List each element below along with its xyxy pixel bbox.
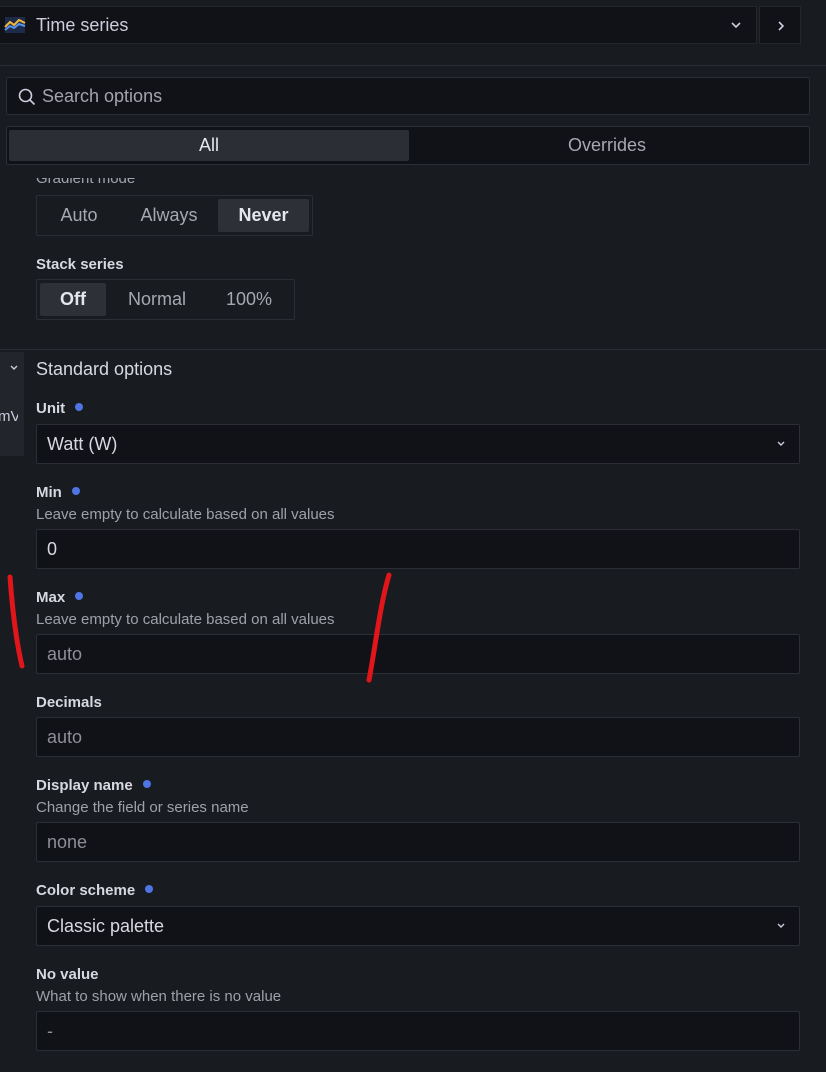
display-name-field[interactable] <box>36 822 800 862</box>
color-scheme-select[interactable]: Classic palette <box>36 906 800 946</box>
tab-overrides[interactable]: Overrides <box>407 130 807 161</box>
visualization-title: Time series <box>36 15 129 35</box>
min-field[interactable] <box>36 529 800 569</box>
radio-auto[interactable]: Auto <box>40 199 118 232</box>
radio-always[interactable]: Always <box>127 199 211 232</box>
chevron-down-icon[interactable] <box>728 17 744 33</box>
no-value-label: No value <box>36 966 99 983</box>
decimals-field[interactable] <box>36 717 800 757</box>
gradient-mode-label-cut: Gradient mode <box>36 178 166 186</box>
min-description: Leave empty to calculate based on all va… <box>36 506 335 523</box>
radio-off[interactable]: Off <box>40 283 106 316</box>
radio-never[interactable]: Never <box>218 199 309 232</box>
max-field[interactable] <box>36 634 800 674</box>
unit-select[interactable]: Watt (W) <box>36 424 800 464</box>
modified-dot-icon <box>145 885 154 893</box>
search-input[interactable] <box>42 78 802 114</box>
color-scheme-label: Color scheme <box>36 882 154 899</box>
visualization-picker[interactable]: Time series <box>0 6 757 44</box>
search-options[interactable] <box>6 77 810 115</box>
stack-series-label: Stack series <box>36 256 124 273</box>
chevron-down-icon <box>777 923 785 928</box>
min-input[interactable] <box>47 530 747 568</box>
side-panel-text: mV <box>0 408 18 425</box>
divider <box>0 349 826 350</box>
modified-dot-icon <box>142 780 151 788</box>
no-value-field[interactable] <box>36 1011 800 1051</box>
display-name-label: Display name <box>36 777 151 794</box>
unit-value: Watt (W) <box>47 434 118 454</box>
chevron-down-icon <box>10 365 18 370</box>
color-scheme-value: Classic palette <box>47 916 165 936</box>
no-value-description: What to show when there is no value <box>36 988 282 1005</box>
radio-100-percent[interactable]: 100% <box>209 283 289 316</box>
options-tabs: All Overrides <box>6 126 810 165</box>
collapse-options-button[interactable] <box>759 6 801 44</box>
stack-series-radio-group: Off Normal 100% <box>36 279 295 320</box>
max-label: Max <box>36 589 84 606</box>
display-name-description: Change the field or series name <box>36 799 249 816</box>
min-label: Min <box>36 484 80 501</box>
side-panel-tab[interactable]: mV <box>0 352 24 456</box>
modified-dot-icon <box>71 487 80 495</box>
time-series-viz-icon <box>4 17 26 33</box>
decimals-label: Decimals <box>36 694 102 711</box>
tab-all[interactable]: All <box>9 130 409 161</box>
max-input[interactable] <box>47 635 747 673</box>
section-title-standard-options[interactable]: Standard options <box>36 359 172 380</box>
max-description: Leave empty to calculate based on all va… <box>36 611 335 628</box>
modified-dot-icon <box>75 403 84 411</box>
no-value-input[interactable] <box>47 1012 747 1050</box>
chevron-right-icon <box>778 21 785 31</box>
divider <box>0 65 826 66</box>
gradient-mode-radio-group: Auto Always Never <box>36 195 313 236</box>
radio-normal[interactable]: Normal <box>111 283 203 316</box>
decimals-input[interactable] <box>47 718 747 756</box>
unit-label: Unit <box>36 400 84 417</box>
modified-dot-icon <box>75 592 84 600</box>
search-icon <box>18 88 36 106</box>
chevron-down-icon <box>777 441 785 446</box>
display-name-input[interactable] <box>47 823 747 861</box>
